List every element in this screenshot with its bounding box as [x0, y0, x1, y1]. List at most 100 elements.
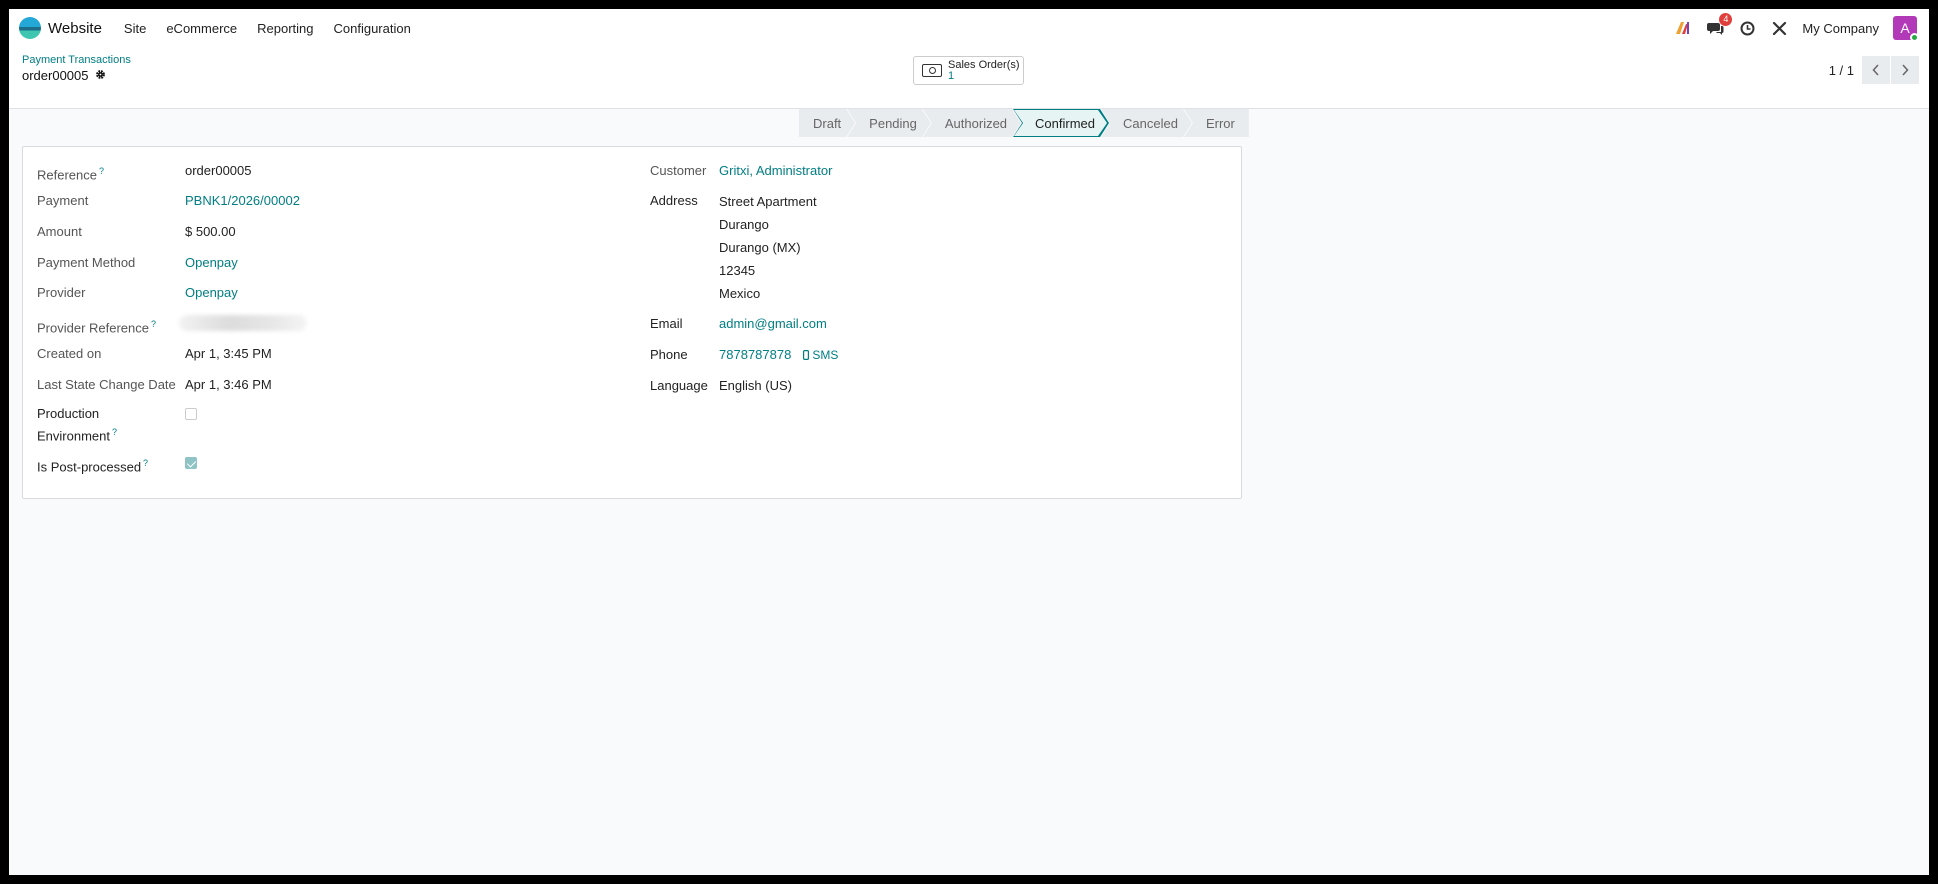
navbar-systray: 4 My Company A — [1674, 9, 1919, 47]
stage-pending[interactable]: Pending — [847, 109, 931, 137]
phone-label: Phone — [650, 347, 688, 362]
created-on-label: Created on — [37, 346, 102, 361]
website-app-icon — [19, 17, 41, 39]
address-zip: 12345 — [719, 263, 756, 278]
address-city: Durango — [719, 217, 769, 232]
amount-label: Amount — [37, 224, 82, 239]
smart-button-label: Sales Order(s) — [948, 58, 1020, 71]
language-value: English (US) — [719, 378, 792, 393]
app-name: Website — [48, 19, 102, 37]
address-block: Street Apartment Durango Durango (MX) 12… — [719, 190, 817, 305]
amount-value: $ 500.00 — [185, 224, 236, 239]
field-reference: Reference? order00005 — [37, 162, 252, 184]
control-panel: Payment Transactions order00005 Sales Or… — [9, 47, 1929, 109]
pager: 1 / 1 — [1829, 56, 1919, 84]
messages-badge: 4 — [1719, 13, 1733, 26]
language-label: Language — [650, 378, 708, 393]
record-title: order00005 — [22, 68, 106, 83]
top-navbar: Website Site eCommerce Reporting Configu… — [9, 9, 1929, 47]
pager-previous-button[interactable] — [1862, 56, 1890, 84]
provider-label: Provider — [37, 285, 86, 300]
field-production-environment: Production Environment? — [37, 405, 197, 445]
field-is-post-processed: Is Post-processed? — [37, 454, 197, 476]
field-amount: Amount $ 500.00 — [37, 223, 236, 241]
gear-icon[interactable] — [95, 68, 106, 83]
payment-method-link[interactable]: Openpay — [185, 254, 238, 272]
smart-button-count: 1 — [948, 69, 955, 82]
online-status-icon — [1910, 33, 1919, 42]
production-environment-checkbox[interactable] — [185, 408, 197, 420]
address-state: Durango (MX) — [719, 240, 801, 255]
customer-link[interactable]: Gritxi, Administrator — [719, 162, 832, 180]
help-icon[interactable]: ? — [151, 319, 156, 329]
app-brand[interactable]: Website — [19, 17, 102, 39]
company-switcher[interactable]: My Company — [1802, 21, 1879, 36]
created-on-value: Apr 1, 3:45 PM — [185, 346, 272, 361]
menu-ecommerce[interactable]: eCommerce — [156, 21, 247, 36]
mobile-icon — [803, 350, 810, 360]
stage-canceled[interactable]: Canceled — [1101, 109, 1192, 137]
customer-label: Customer — [650, 163, 707, 178]
menu-site[interactable]: Site — [114, 21, 156, 36]
last-state-change-label: Last State Change Date — [37, 377, 176, 392]
sms-button[interactable]: SMS — [803, 346, 838, 364]
sales-orders-button[interactable]: Sales Order(s) 1 — [913, 56, 1024, 85]
is-post-processed-label: Is Post-processed? — [37, 458, 149, 475]
form-sheet: Reference? order00005 Payment PBNK1/2026… — [22, 146, 1242, 499]
pager-next-button[interactable] — [1891, 56, 1919, 84]
ai-icon[interactable] — [1674, 19, 1692, 37]
field-provider: Provider Openpay — [37, 284, 238, 302]
stage-draft[interactable]: Draft — [799, 109, 855, 137]
provider-link[interactable]: Openpay — [185, 284, 238, 302]
address-street: Street Apartment — [719, 194, 817, 209]
stage-authorized[interactable]: Authorized — [923, 109, 1021, 137]
reference-label: Reference? — [37, 166, 104, 183]
pager-value[interactable]: 1 / 1 — [1829, 63, 1854, 78]
reference-value: order00005 — [185, 163, 252, 178]
record-name: order00005 — [22, 68, 89, 83]
field-payment-method: Payment Method Openpay — [37, 254, 238, 272]
email-label: Email — [650, 316, 683, 331]
activity-clock-icon[interactable] — [1738, 19, 1756, 37]
address-country: Mexico — [719, 286, 761, 301]
help-icon[interactable]: ? — [112, 427, 117, 437]
menu-reporting[interactable]: Reporting — [247, 21, 323, 36]
field-phone: Phone 7878787878 SMS — [650, 346, 838, 364]
stage-error[interactable]: Error — [1183, 109, 1249, 137]
field-provider-reference: Provider Reference? — [37, 315, 307, 337]
money-icon — [922, 64, 942, 77]
stage-confirmed[interactable]: Confirmed — [1013, 109, 1109, 137]
user-avatar[interactable]: A — [1893, 16, 1919, 42]
avatar-letter: A — [1900, 20, 1910, 36]
debug-tools-icon[interactable] — [1770, 19, 1788, 37]
chevron-left-icon — [1872, 64, 1879, 76]
phone-link[interactable]: 7878787878 — [719, 346, 791, 364]
address-label: Address — [650, 193, 698, 208]
payment-method-label: Payment Method — [37, 255, 136, 270]
sms-label: SMS — [812, 348, 839, 362]
field-created-on: Created on Apr 1, 3:45 PM — [37, 345, 272, 363]
chevron-right-icon — [1902, 64, 1909, 76]
payment-label: Payment — [37, 193, 89, 208]
breadcrumb-payment-transactions[interactable]: Payment Transactions — [22, 54, 131, 66]
field-customer: Customer Gritxi, Administrator — [650, 162, 832, 180]
is-post-processed-checkbox[interactable] — [185, 457, 197, 469]
last-state-change-value: Apr 1, 3:46 PM — [185, 377, 272, 392]
help-icon[interactable]: ? — [99, 166, 104, 176]
field-email: Email admin@gmail.com — [650, 315, 827, 333]
menu-configuration[interactable]: Configuration — [324, 21, 421, 36]
field-last-state-change: Last State Change Date Apr 1, 3:46 PM — [37, 376, 272, 394]
status-bar: Draft Pending Authorized Confirmed Cance… — [799, 109, 1249, 137]
provider-reference-redacted — [179, 315, 307, 331]
main-menu: Site eCommerce Reporting Configuration — [114, 21, 421, 36]
provider-reference-label: Provider Reference? — [37, 319, 157, 336]
production-environment-label: Production Environment? — [37, 406, 117, 444]
field-payment: Payment PBNK1/2026/00002 — [37, 192, 300, 210]
app-window: Website Site eCommerce Reporting Configu… — [9, 9, 1929, 875]
field-address: Address Street Apartment Durango Durango… — [650, 192, 817, 305]
help-icon[interactable]: ? — [143, 458, 148, 468]
email-link[interactable]: admin@gmail.com — [719, 315, 827, 333]
messages-icon[interactable]: 4 — [1706, 13, 1733, 37]
payment-link[interactable]: PBNK1/2026/00002 — [185, 192, 300, 210]
field-language: Language English (US) — [650, 377, 792, 395]
